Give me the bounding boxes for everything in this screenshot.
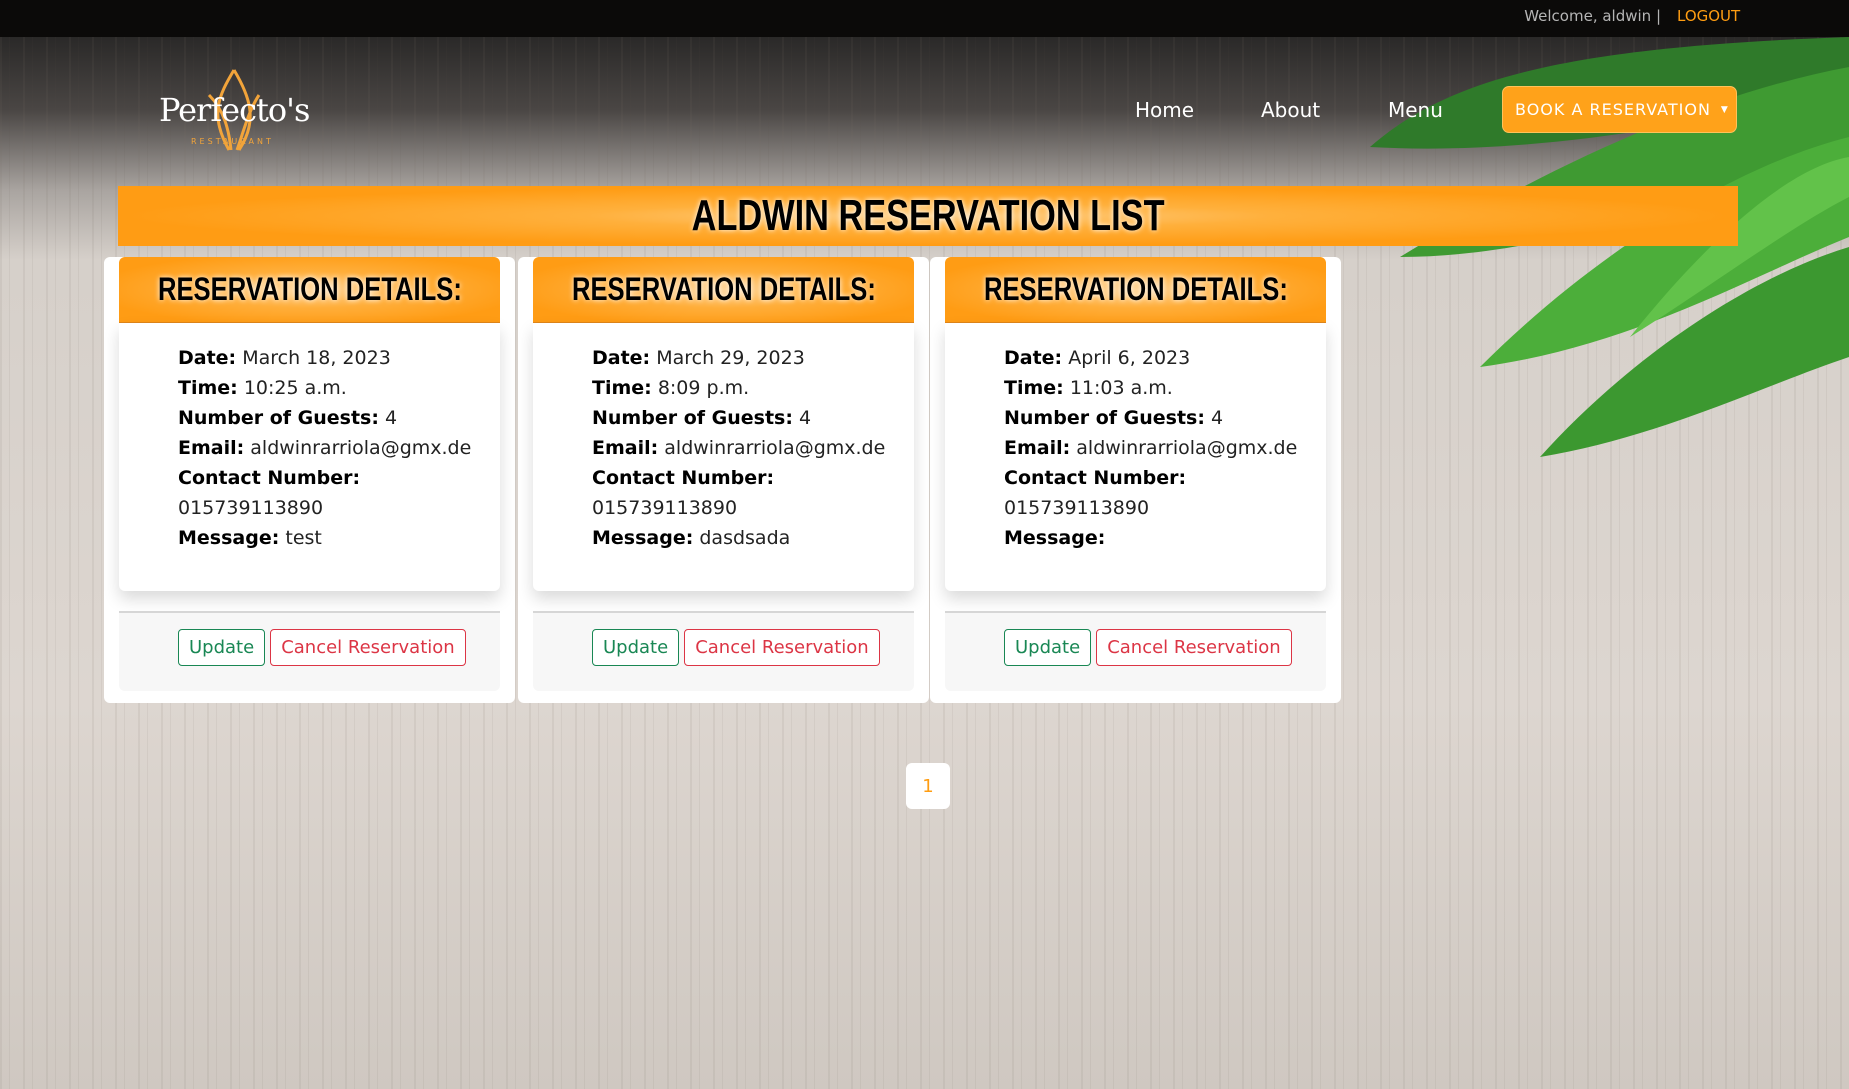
contact-row: Contact Number: 015739113890 — [592, 463, 914, 523]
cancel-reservation-button[interactable]: Cancel Reservation — [270, 629, 466, 666]
message-value: dasdsada — [699, 527, 791, 549]
reservation-card: RESERVATION DETAILS: Date: March 29, 202… — [518, 257, 929, 703]
message-row: Message: dasdsada — [592, 523, 914, 553]
nav-home[interactable]: Home — [1135, 98, 1194, 122]
date-label: Date: — [592, 347, 651, 369]
contact-row: Contact Number: 015739113890 — [178, 463, 500, 523]
time-value: 8:09 p.m. — [657, 377, 750, 399]
card-body: Date: March 18, 2023 Time: 10:25 a.m. Nu… — [119, 323, 500, 591]
guests-value: 4 — [1211, 407, 1224, 429]
card-header: RESERVATION DETAILS: — [945, 257, 1326, 323]
guests-label: Number of Guests: — [592, 407, 793, 429]
logo-name: Perfecto's — [159, 91, 310, 129]
email-value: aldwinrarriola@gmx.de — [250, 437, 472, 459]
book-reservation-label: BOOK A RESERVATION — [1515, 100, 1711, 119]
email-label: Email: — [1004, 437, 1071, 459]
logout-link[interactable]: LOGOUT — [1677, 7, 1740, 25]
card-body: Date: March 29, 2023 Time: 8:09 p.m. Num… — [533, 323, 914, 591]
book-reservation-dropdown[interactable]: BOOK A RESERVATION ▼ — [1502, 86, 1737, 133]
time-label: Time: — [592, 377, 652, 399]
cancel-reservation-button[interactable]: Cancel Reservation — [1096, 629, 1292, 666]
card-body: Date: April 6, 2023 Time: 11:03 a.m. Num… — [945, 323, 1326, 591]
contact-value: 015739113890 — [1004, 497, 1150, 519]
date-row: Date: March 18, 2023 — [178, 343, 500, 373]
card-header-title: RESERVATION DETAILS: — [571, 271, 876, 307]
time-row: Time: 8:09 p.m. — [592, 373, 914, 403]
time-value: 11:03 a.m. — [1069, 377, 1173, 399]
email-row: Email: aldwinrarriola@gmx.de — [1004, 433, 1326, 463]
caret-down-icon: ▼ — [1720, 104, 1729, 115]
reservation-card: RESERVATION DETAILS: Date: March 18, 202… — [104, 257, 515, 703]
date-row: Date: March 29, 2023 — [592, 343, 914, 373]
time-label: Time: — [178, 377, 238, 399]
contact-row: Contact Number: 015739113890 — [1004, 463, 1326, 523]
message-value: test — [285, 527, 322, 549]
guests-row: Number of Guests: 4 — [592, 403, 914, 433]
cancel-reservation-button[interactable]: Cancel Reservation — [684, 629, 880, 666]
welcome-text: Welcome, aldwin | — [1524, 7, 1661, 25]
message-row: Message: test — [178, 523, 500, 553]
time-row: Time: 11:03 a.m. — [1004, 373, 1326, 403]
message-label: Message: — [178, 527, 280, 549]
nav-about[interactable]: About — [1261, 98, 1320, 122]
restaurant-logo[interactable]: Perfecto's RESTAURANT — [159, 65, 310, 157]
email-row: Email: aldwinrarriola@gmx.de — [592, 433, 914, 463]
contact-value: 015739113890 — [178, 497, 324, 519]
update-button[interactable]: Update — [592, 629, 680, 666]
date-value: March 18, 2023 — [242, 347, 391, 369]
message-label: Message: — [1004, 527, 1106, 549]
time-label: Time: — [1004, 377, 1064, 399]
email-row: Email: aldwinrarriola@gmx.de — [178, 433, 500, 463]
nav-menu[interactable]: Menu — [1388, 98, 1443, 122]
guests-label: Number of Guests: — [1004, 407, 1205, 429]
time-row: Time: 10:25 a.m. — [178, 373, 500, 403]
time-value: 10:25 a.m. — [243, 377, 347, 399]
contact-label: Contact Number: — [1004, 467, 1187, 489]
contact-value: 015739113890 — [592, 497, 738, 519]
email-label: Email: — [178, 437, 245, 459]
guests-row: Number of Guests: 4 — [1004, 403, 1326, 433]
top-bar: Welcome, aldwin | LOGOUT — [0, 0, 1849, 37]
email-value: aldwinrarriola@gmx.de — [664, 437, 886, 459]
message-row: Message: — [1004, 523, 1326, 553]
card-header-title: RESERVATION DETAILS: — [157, 271, 462, 307]
card-footer: Update Cancel Reservation — [119, 611, 500, 691]
update-button[interactable]: Update — [178, 629, 266, 666]
guests-row: Number of Guests: 4 — [178, 403, 500, 433]
date-label: Date: — [178, 347, 237, 369]
page-title-banner: ALDWIN RESERVATION LIST — [118, 186, 1738, 246]
logo-subtitle: RESTAURANT — [191, 137, 274, 146]
card-header: RESERVATION DETAILS: — [533, 257, 914, 323]
reservation-card: RESERVATION DETAILS: Date: April 6, 2023… — [930, 257, 1341, 703]
card-header: RESERVATION DETAILS: — [119, 257, 500, 323]
update-button[interactable]: Update — [1004, 629, 1092, 666]
page-title: ALDWIN RESERVATION LIST — [691, 191, 1165, 240]
card-header-title: RESERVATION DETAILS: — [983, 271, 1288, 307]
date-value: April 6, 2023 — [1068, 347, 1191, 369]
guests-value: 4 — [799, 407, 812, 429]
date-row: Date: April 6, 2023 — [1004, 343, 1326, 373]
date-label: Date: — [1004, 347, 1063, 369]
pagination-page-1[interactable]: 1 — [906, 763, 950, 809]
card-footer: Update Cancel Reservation — [945, 611, 1326, 691]
message-label: Message: — [592, 527, 694, 549]
contact-label: Contact Number: — [178, 467, 361, 489]
contact-label: Contact Number: — [592, 467, 775, 489]
email-value: aldwinrarriola@gmx.de — [1076, 437, 1298, 459]
guests-label: Number of Guests: — [178, 407, 379, 429]
date-value: March 29, 2023 — [656, 347, 805, 369]
card-footer: Update Cancel Reservation — [533, 611, 914, 691]
email-label: Email: — [592, 437, 659, 459]
guests-value: 4 — [385, 407, 398, 429]
